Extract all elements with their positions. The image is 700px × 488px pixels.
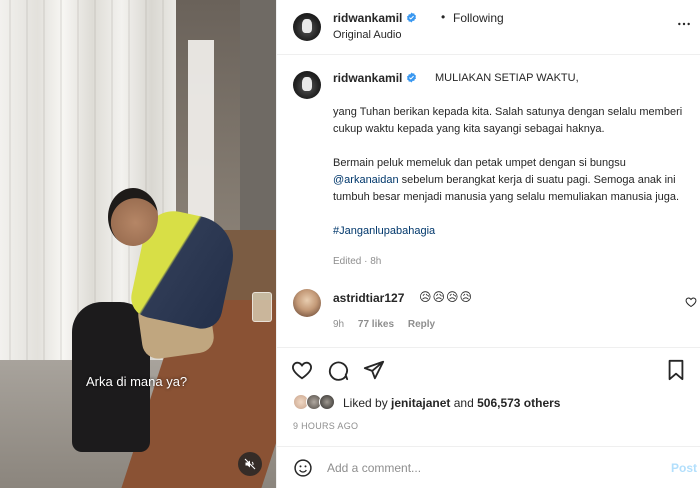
audio-label[interactable]: Original Audio (333, 29, 402, 41)
hashtag-link[interactable]: #Janganlupabahagia (333, 225, 435, 237)
comment-heart-icon[interactable] (685, 296, 697, 308)
post-button[interactable]: Post (671, 461, 697, 475)
heart-icon[interactable] (291, 359, 313, 381)
comment-input[interactable] (327, 456, 657, 480)
comment-meta: 9h 77 likes Reply (333, 319, 446, 330)
caption-username[interactable]: ridwankamil (333, 71, 417, 85)
verified-badge-icon (406, 72, 416, 83)
reply-button[interactable]: Reply (408, 319, 435, 330)
caption-avatar[interactable] (293, 71, 321, 99)
likes-prefix: Liked by (343, 396, 392, 410)
caption-title: MULIAKAN SETIAP WAKTU, (435, 72, 579, 84)
mention-link[interactable]: @arkanaidan (333, 174, 399, 186)
likes-summary: Liked by jenitajanet and 506,573 others (343, 396, 560, 410)
post-details-panel: ridwankamil • Following Original Audio r… (276, 0, 700, 488)
more-horizontal-icon[interactable] (676, 16, 692, 32)
bookmark-icon[interactable] (665, 359, 687, 381)
drinking-glass (252, 292, 272, 322)
likes-row: Liked by jenitajanet and 506,573 others (277, 391, 700, 415)
header-separator: • (441, 10, 446, 24)
caption-body: yang Tuhan berikan kepada kita. Salah sa… (333, 104, 688, 257)
commenter-avatar[interactable] (293, 289, 321, 317)
emoji-icon[interactable] (293, 458, 313, 478)
caption-edited-time: Edited · 8h (333, 256, 382, 267)
caption-paragraph-2: Bermain peluk memeluk dan petak umpet de… (333, 155, 688, 206)
person-head (108, 188, 158, 246)
action-bar (277, 347, 700, 391)
avatar[interactable] (293, 13, 321, 41)
following-button[interactable]: Following (453, 11, 504, 25)
comment-bubble-icon[interactable] (327, 359, 349, 381)
mute-button[interactable] (238, 452, 262, 476)
add-comment-bar: Post (277, 446, 700, 488)
speaker-muted-icon (244, 458, 256, 470)
caption-paragraph-1: yang Tuhan berikan kepada kita. Salah sa… (333, 106, 683, 135)
comment-age: 9h (333, 319, 345, 330)
caption-text: Bermain peluk memeluk dan petak umpet de… (333, 157, 626, 169)
commenter-username[interactable]: astridtiar127 (333, 291, 404, 305)
likes-count[interactable]: 506,573 others (477, 396, 560, 410)
post-header: ridwankamil • Following Original Audio (277, 0, 700, 55)
video-caption-overlay: Arka di mana ya? (86, 374, 188, 389)
header-username[interactable]: ridwankamil (333, 11, 417, 25)
liker-username[interactable]: jenitajanet (391, 396, 450, 410)
post-video[interactable]: Arka di mana ya? (0, 0, 276, 488)
caption-username-text[interactable]: ridwankamil (333, 71, 402, 85)
verified-badge-icon (406, 12, 416, 23)
username-text[interactable]: ridwankamil (333, 11, 402, 25)
liker-avatar[interactable] (319, 394, 335, 410)
comments-section[interactable]: ridwankamil MULIAKAN SETIAP WAKTU, yang … (277, 56, 700, 346)
post-timestamp[interactable]: 9 HOURS AGO (293, 421, 358, 431)
comment-text: 😥😥😥😥 (419, 290, 474, 304)
comment-likes[interactable]: 77 likes (358, 319, 394, 330)
paper-plane-icon[interactable] (363, 359, 385, 381)
likes-middle: and (450, 396, 478, 410)
